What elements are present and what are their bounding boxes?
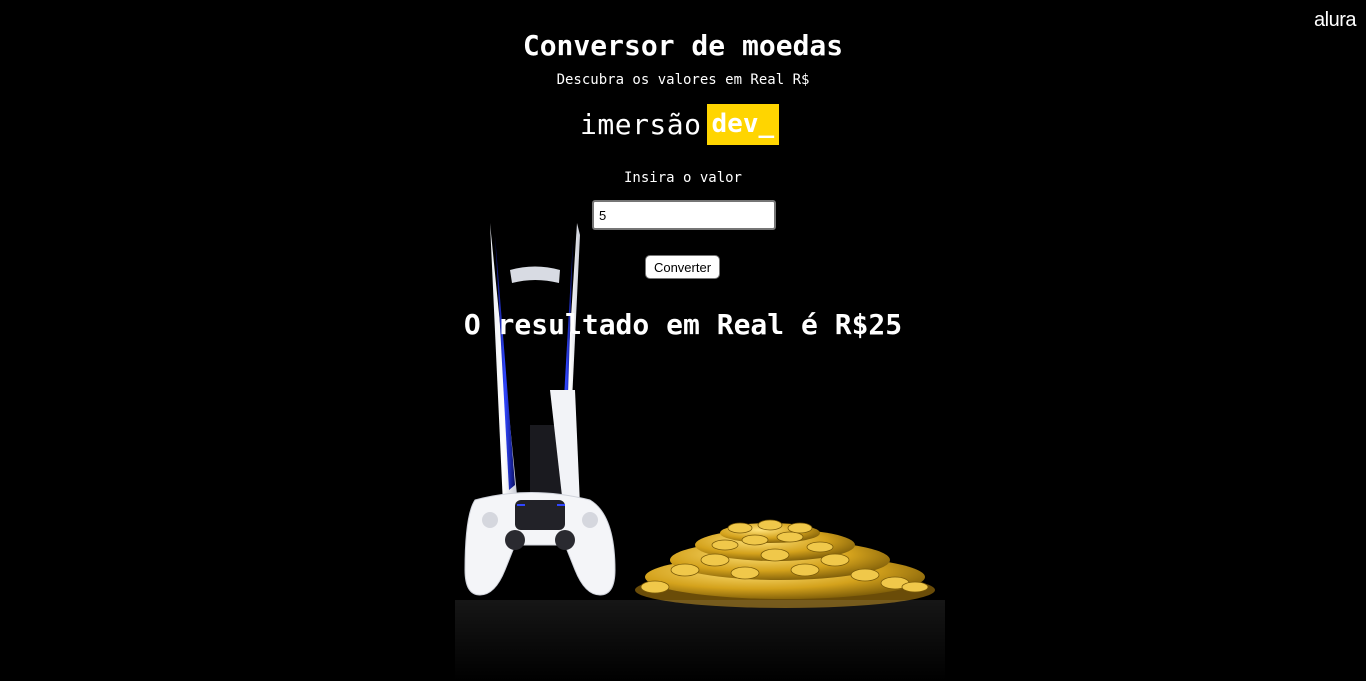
page: alura Conversor de moedas Descubra os va… [0, 0, 1366, 681]
value-label: Insira o valor [623, 170, 742, 186]
value-input[interactable] [592, 200, 776, 230]
game-console-illustration [490, 223, 580, 505]
logo-left-text: imersão [580, 108, 702, 141]
imersao-dev-logo: imersão dev_ [580, 104, 780, 145]
hero-illustration [455, 223, 945, 681]
page-title: Conversor de moedas [522, 29, 844, 62]
logo-right-text: dev_ [706, 104, 780, 145]
convert-button[interactable]: Converter [645, 255, 720, 279]
controller-illustration [464, 492, 616, 596]
page-subtitle: Descubra os valores em Real R$ [556, 72, 810, 88]
gold-coins-illustration [635, 519, 935, 608]
result-text: O resultado em Real é R$25 [463, 308, 903, 341]
